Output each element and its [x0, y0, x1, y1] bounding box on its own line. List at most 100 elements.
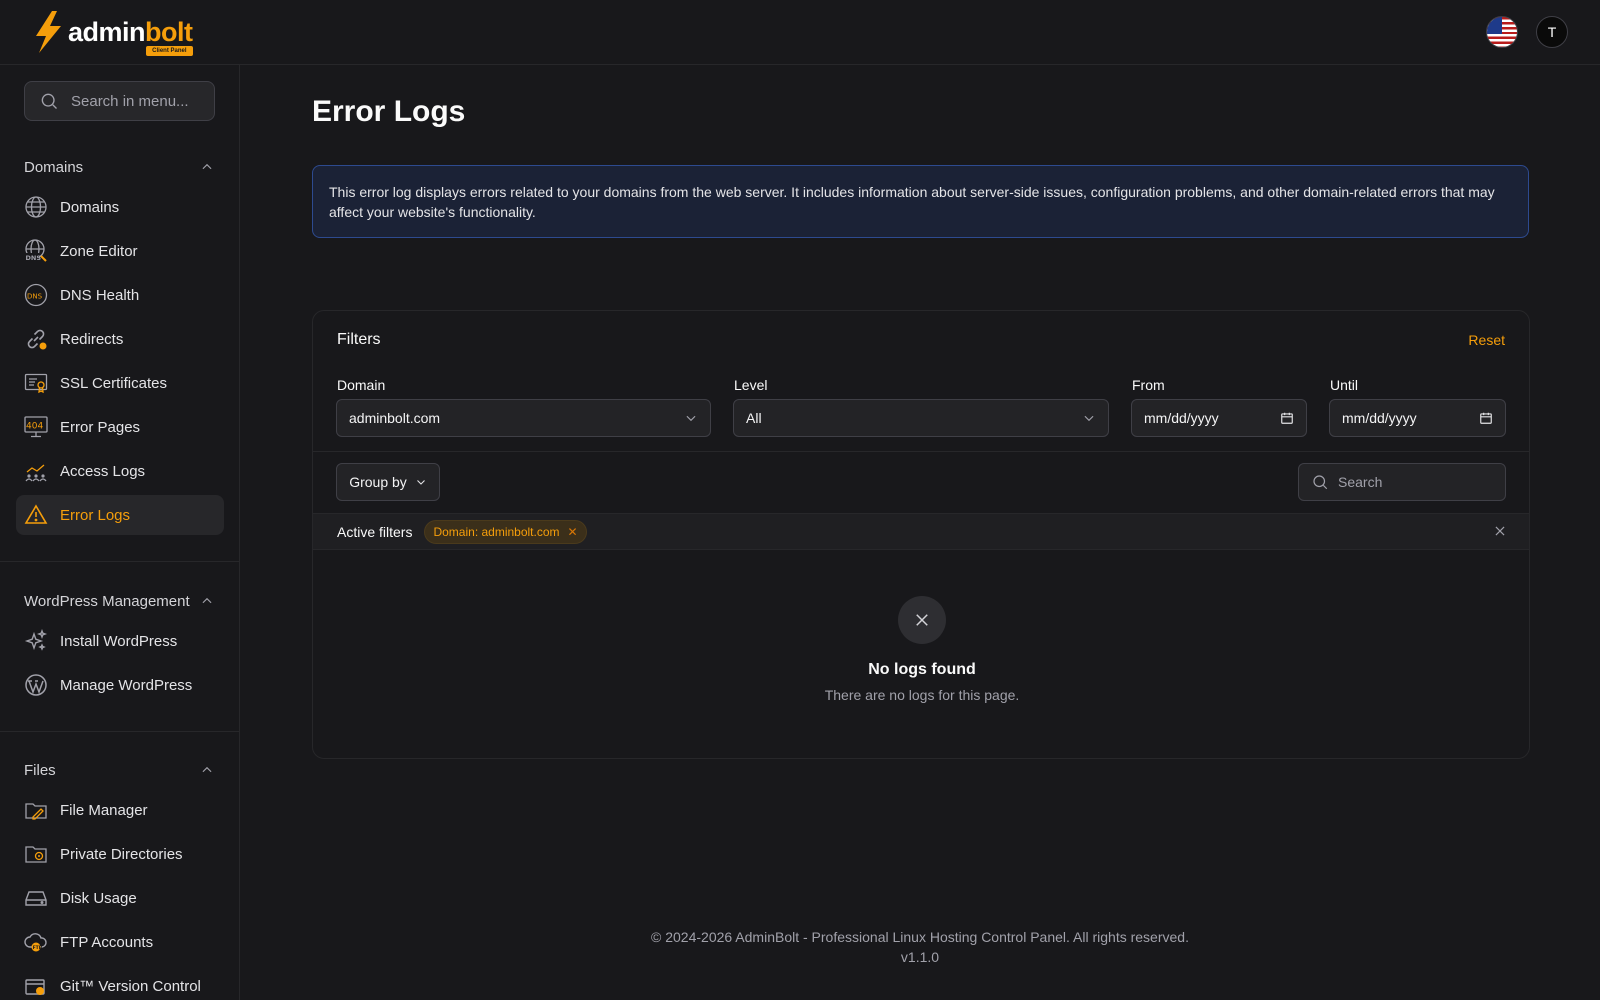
table-search-input[interactable]: [1338, 474, 1498, 490]
sidebar-divider: [0, 731, 239, 732]
from-date-placeholder: mm/dd/yyyy: [1144, 410, 1219, 426]
until-date-label: Until: [1330, 377, 1359, 393]
sidebar-item-domains[interactable]: Domains: [16, 187, 224, 227]
sidebar-item-label: Redirects: [60, 330, 124, 348]
active-filter-chip-label: Domain: adminbolt.com: [433, 524, 560, 539]
info-text: This error log displays errors related t…: [329, 184, 1495, 220]
sidebar-item-label: Zone Editor: [60, 242, 138, 260]
calendar-icon[interactable]: [1280, 411, 1294, 425]
sidebar-item-disk-usage[interactable]: Disk Usage: [16, 878, 224, 918]
sidebar-item-ftp-accounts[interactable]: FTP FTP Accounts: [16, 922, 224, 962]
sidebar-section-header-domains[interactable]: Domains: [0, 147, 239, 187]
dns-globe-icon: DNS: [24, 239, 48, 263]
chevron-down-icon: [686, 415, 696, 422]
sidebar-item-label: Disk Usage: [60, 889, 137, 907]
sidebar-item-git-version-control[interactable]: Git™ Version Control: [16, 966, 224, 1000]
sidebar-item-label: Error Pages: [60, 418, 141, 436]
sidebar-section-domains: Domains Domains DNS Zone Editor DNS DNS …: [0, 147, 239, 539]
reset-filters-button[interactable]: Reset: [1468, 332, 1505, 348]
search-icon: [41, 93, 57, 109]
ftp-cloud-icon: FTP: [24, 930, 48, 954]
sidebar-item-error-logs[interactable]: Error Logs: [16, 495, 224, 535]
warning-icon: [24, 503, 48, 527]
error-404-icon: 404: [24, 415, 48, 439]
table-search[interactable]: [1298, 463, 1506, 501]
empty-state-subtitle: There are no logs for this page.: [824, 687, 1020, 703]
page-title: Error Logs: [312, 95, 466, 128]
sidebar-item-label: FTP Accounts: [60, 933, 154, 951]
from-date-label: From: [1132, 377, 1165, 393]
chevron-down-icon: [416, 480, 425, 485]
level-select[interactable]: All: [733, 399, 1109, 437]
sidebar-item-label: File Manager: [60, 801, 148, 819]
calendar-icon[interactable]: [1479, 411, 1493, 425]
active-filters-label: Active filters: [337, 523, 413, 540]
adminbolt-logo[interactable]: adminbolt Client Panel: [30, 10, 193, 56]
sidebar-item-zone-editor[interactable]: DNS Zone Editor: [16, 231, 224, 271]
filters-heading: Filters: [337, 331, 381, 348]
chevron-down-icon: [1084, 415, 1094, 422]
sidebar-item-dns-health[interactable]: DNS DNS Health: [16, 275, 224, 315]
sidebar-item-label: Install WordPress: [60, 632, 178, 650]
group-by-button[interactable]: Group by: [336, 463, 440, 501]
active-filters-bar: Active filters Domain: adminbolt.com ✕: [313, 513, 1529, 550]
domain-filter-label: Domain: [337, 377, 386, 393]
level-select-value: All: [746, 410, 762, 426]
domain-select-value: adminbolt.com: [349, 410, 441, 426]
sidebar-item-install-wordpress[interactable]: Install WordPress: [16, 621, 224, 661]
error-logs-table-card: Filters Reset Domain adminbolt.com Level…: [312, 310, 1530, 759]
certificate-icon: [24, 371, 48, 395]
chevron-up-icon: [202, 597, 212, 604]
sparkles-icon: [24, 629, 48, 653]
sidebar-section-header-files[interactable]: Files: [0, 750, 239, 790]
link-icon: [24, 327, 48, 351]
sidebar-item-ssl-certificates[interactable]: SSL Certificates: [16, 363, 224, 403]
sidebar-item-label: Access Logs: [60, 462, 146, 480]
empty-state-title: No logs found: [868, 661, 976, 678]
footer: © 2024-2026 AdminBolt - Professional Lin…: [240, 927, 1600, 967]
globe-icon: [24, 195, 48, 219]
logo-badge: Client Panel: [146, 46, 193, 56]
wordpress-icon: [24, 673, 48, 697]
filters-divider: [313, 451, 1529, 452]
sidebar-item-label: Domains: [60, 198, 120, 216]
access-chart-icon: [24, 459, 48, 483]
remove-filter-icon[interactable]: ✕: [568, 525, 578, 539]
level-filter-label: Level: [734, 377, 768, 393]
from-date-input[interactable]: mm/dd/yyyy: [1131, 399, 1307, 437]
sidebar-item-redirects[interactable]: Redirects: [16, 319, 224, 359]
language-flag-icon[interactable]: [1486, 16, 1518, 48]
sidebar-search-input[interactable]: [71, 92, 201, 110]
dns-health-icon: DNS: [24, 283, 48, 307]
sidebar-search[interactable]: [24, 81, 215, 121]
sidebar-item-label: DNS Health: [60, 286, 140, 304]
section-title: WordPress Management: [24, 592, 190, 610]
sidebar-item-private-directories[interactable]: Private Directories: [16, 834, 224, 874]
until-date-input[interactable]: mm/dd/yyyy: [1329, 399, 1506, 437]
sidebar-section-header-wordpress[interactable]: WordPress Management: [0, 581, 239, 621]
sidebar-section-wordpress: WordPress Management Install WordPress M…: [0, 581, 239, 709]
search-icon: [1313, 475, 1328, 490]
sidebar-divider: [0, 561, 239, 562]
sidebar-item-error-pages[interactable]: 404 Error Pages: [16, 407, 224, 447]
git-icon: [24, 974, 48, 998]
svg-text:404: 404: [26, 422, 43, 432]
group-by-label: Group by: [349, 474, 407, 490]
sidebar-item-file-manager[interactable]: File Manager: [16, 790, 224, 830]
sidebar-item-manage-wordpress[interactable]: Manage WordPress: [16, 665, 224, 705]
bolt-logo-icon: [36, 11, 61, 53]
sidebar-item-label: Private Directories: [60, 845, 183, 863]
domain-select[interactable]: adminbolt.com: [336, 399, 711, 437]
sidebar-item-access-logs[interactable]: Access Logs: [16, 451, 224, 491]
svg-text:DNS: DNS: [26, 254, 42, 262]
clear-filters-icon[interactable]: [1493, 524, 1507, 543]
folder-lock-icon: [24, 842, 48, 866]
sidebar-item-label: Manage WordPress: [60, 676, 193, 694]
chevron-up-icon: [202, 766, 212, 773]
sidebar: Domains Domains DNS Zone Editor DNS DNS …: [0, 65, 240, 1000]
folder-edit-icon: [24, 798, 48, 822]
active-filter-chip: Domain: adminbolt.com ✕: [424, 519, 587, 544]
user-avatar[interactable]: T: [1536, 16, 1568, 48]
chevron-up-icon: [202, 163, 212, 170]
svg-text:FTP: FTP: [33, 945, 43, 951]
